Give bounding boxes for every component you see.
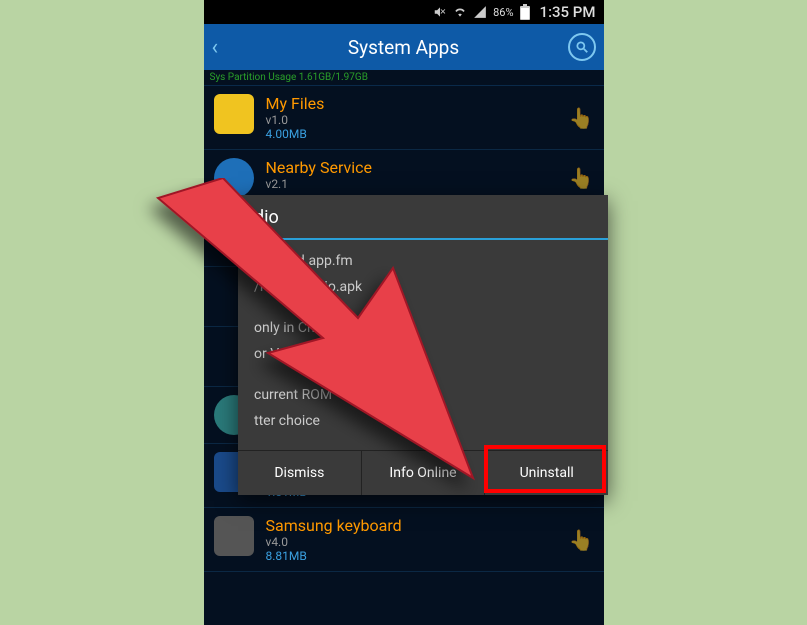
battery-percent: 86% <box>493 6 513 19</box>
app-icon-nearby <box>214 158 254 198</box>
app-name: Nearby Service <box>266 158 594 177</box>
app-name: Samsung keyboard <box>266 516 594 535</box>
signal-icon <box>473 5 487 19</box>
app-size: 4.00MB <box>266 127 594 141</box>
dialog-button-row: Dismiss Info Online Uninstall <box>238 450 608 495</box>
app-name: My Files <box>266 94 594 113</box>
app-icon-folder <box>214 94 254 134</box>
app-row[interactable]: Samsung keyboard v4.0 8.81MB 👆 <box>204 508 604 572</box>
app-info: Samsung keyboard v4.0 8.81MB <box>266 516 594 563</box>
dialog-apk: /HybridRadio.apk <box>254 276 592 298</box>
mute-icon <box>433 5 447 19</box>
clock-text: 1:35 PM <box>540 3 596 21</box>
info-online-button[interactable]: Info Online <box>362 451 486 495</box>
uninstall-button[interactable]: Uninstall <box>485 451 608 495</box>
tap-icon[interactable]: 👆 <box>569 166 594 190</box>
wifi-icon <box>453 5 467 19</box>
search-button[interactable] <box>568 33 596 61</box>
app-version: v4.0 <box>266 535 594 549</box>
dialog-title: dio <box>238 195 608 240</box>
dismiss-button[interactable]: Dismiss <box>238 451 362 495</box>
app-info: Nearby Service v2.1 <box>266 158 594 191</box>
page-title: System Apps <box>348 36 459 59</box>
dialog-desc-line: or Volunteers to translate <box>254 343 592 365</box>
dialog-body: .android.app.fm /HybridRadio.apk only in… <box>238 240 608 450</box>
app-info-dialog: dio .android.app.fm /HybridRadio.apk onl… <box>238 195 608 495</box>
app-size: 8.81MB <box>266 549 594 563</box>
battery-icon <box>520 4 530 20</box>
app-info: My Files v1.0 4.00MB <box>266 94 594 141</box>
spacer <box>254 370 592 380</box>
partition-usage: Sys Partition Usage 1.61GB/1.97GB <box>204 70 604 86</box>
app-version: v2.1 <box>266 177 594 191</box>
tap-icon[interactable]: 👆 <box>569 106 594 130</box>
dialog-package: .android.app.fm <box>254 250 592 272</box>
tap-icon[interactable]: 👆 <box>569 528 594 552</box>
dialog-desc-line: tter choice <box>254 410 592 432</box>
app-row[interactable]: My Files v1.0 4.00MB 👆 <box>204 86 604 150</box>
dialog-desc-line: current ROM <box>254 384 592 406</box>
app-version: v1.0 <box>266 113 594 127</box>
app-icon-keyboard <box>214 516 254 556</box>
app-header: ‹ System Apps <box>204 24 604 70</box>
status-bar: 86% 1:35 PM <box>204 0 604 24</box>
spacer <box>254 303 592 313</box>
back-button[interactable]: ‹ <box>212 35 219 60</box>
dialog-desc-line: only in Chinese <box>254 317 592 339</box>
